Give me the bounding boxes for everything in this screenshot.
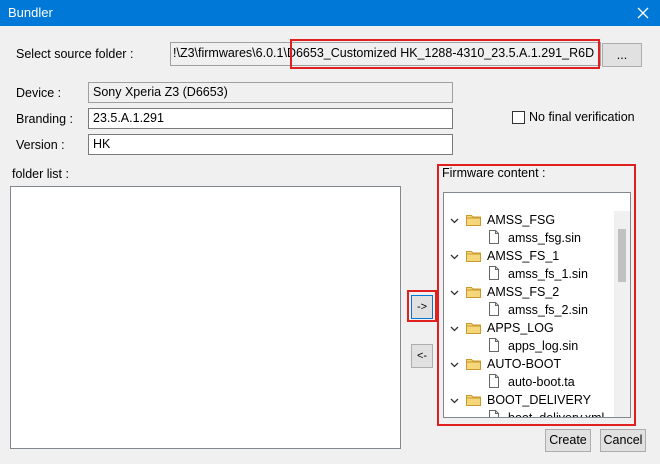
tree-file-label: amss_fsg.sin [508,231,581,245]
tree-file-label: amss_fs_1.sin [508,267,588,281]
tree-file-item[interactable]: amss_fsg.sin [444,229,630,247]
title-bar: Bundler [0,0,660,26]
window-title: Bundler [8,5,53,20]
tree-file-label: apps_log.sin [508,339,579,353]
tree-folder-item[interactable]: APPS_LOG [444,319,630,337]
file-icon [488,374,500,391]
tree-folder-label: APPS_LOG [487,321,554,335]
folder-list-label: folder list : [12,167,69,181]
tree-scrollbar-thumb[interactable] [618,229,626,282]
folder-icon [466,250,481,265]
source-path-prefix: !\Z3\firmwares\6.0.1\ [173,46,287,60]
browse-button[interactable]: ... [602,43,642,67]
chevron-down-icon[interactable] [450,286,459,300]
tree-file-item[interactable]: apps_log.sin [444,337,630,355]
move-right-button[interactable]: -> [411,295,433,319]
create-button[interactable]: Create [545,429,591,452]
folder-icon [466,322,481,337]
close-button[interactable] [626,0,660,26]
tree-file-label: amss_fs_2.sin [508,303,588,317]
folder-icon [466,358,481,373]
tree-folder-label: BOOT_DELIVERY [487,393,591,407]
file-icon [488,410,500,417]
tree-folder-item[interactable]: AMSS_FSG [444,211,630,229]
tree-file-label: boot_delivery.xml [508,411,605,418]
source-folder-field[interactable]: !\Z3\firmwares\6.0.1\D6653_Customized HK… [170,42,601,66]
tree-file-item[interactable]: amss_fs_2.sin [444,301,630,319]
no-final-verification-checkbox[interactable] [512,111,525,124]
tree-folder-label: AUTO-BOOT [487,357,562,371]
file-icon [488,302,500,319]
firmware-content-label: Firmware content : [442,166,546,180]
folder-icon [466,394,481,409]
tree-folder-label: AMSS_FS_1 [487,249,560,263]
chevron-down-icon[interactable] [450,394,459,408]
firmware-content-tree[interactable]: AMSS_FSG amss_fsg.sin AMSS_FS_1 amss_fs_1.s… [443,192,631,418]
tree-folder-label: AMSS_FS_2 [487,285,560,299]
device-label: Device : [16,86,62,100]
cancel-button[interactable]: Cancel [600,429,646,452]
no-final-verification-label: No final verification [529,110,635,124]
tree-file-item[interactable]: auto-boot.ta [444,373,630,391]
chevron-down-icon[interactable] [450,214,459,228]
tree-folder-label: AMSS_FSG [487,213,556,227]
source-path-folder: D6653_Customized HK_1288-4310_23.5.A.1.2… [286,46,595,60]
chevron-down-icon[interactable] [450,322,459,336]
branding-label: Branding : [16,112,73,126]
version-label: Version : [16,138,65,152]
folder-icon [466,214,481,229]
close-icon [637,7,649,19]
chevron-down-icon[interactable] [450,250,459,264]
tree-folder-item[interactable]: AMSS_FS_2 [444,283,630,301]
tree-file-label: auto-boot.ta [508,375,575,389]
branding-field[interactable]: 23.5.A.1.291 [88,108,453,129]
firmware-tree-list: AMSS_FSG amss_fsg.sin AMSS_FS_1 amss_fs_1.s… [444,211,630,418]
tree-folder-item[interactable]: AMSS_FS_1 [444,247,630,265]
move-left-button[interactable]: <- [411,344,433,368]
folder-list[interactable] [10,186,401,449]
tree-folder-item[interactable]: AUTO-BOOT [444,355,630,373]
tree-scrollbar[interactable] [614,211,630,417]
folder-icon [466,286,481,301]
file-icon [488,338,500,355]
version-field[interactable]: HK [88,134,453,155]
tree-file-item[interactable]: boot_delivery.xml [444,409,630,418]
source-folder-label: Select source folder : [16,47,134,61]
chevron-down-icon[interactable] [450,358,459,372]
device-field: Sony Xperia Z3 (D6653) [88,82,453,103]
tree-folder-item[interactable]: BOOT_DELIVERY [444,391,630,409]
file-icon [488,266,500,283]
file-icon [488,230,500,247]
tree-file-item[interactable]: amss_fs_1.sin [444,265,630,283]
